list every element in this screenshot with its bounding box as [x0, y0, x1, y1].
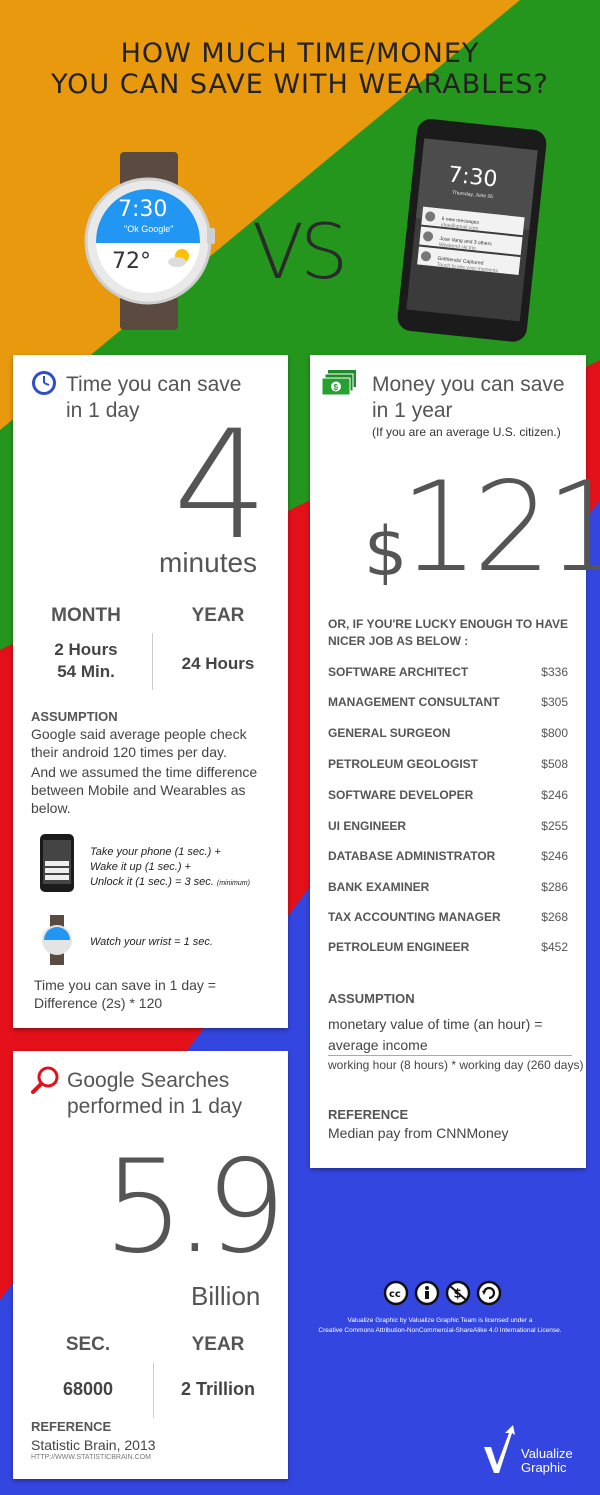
assumption-text-2: And we assumed the time difference betwe… [31, 764, 258, 816]
search-reference-label: REFERENCE [31, 1419, 112, 1434]
vs-label: VS [252, 207, 348, 296]
search-reference-text: Statistic Brain, 2013 [31, 1437, 156, 1453]
year-value: 24 Hours [181, 654, 255, 673]
list-item: UI ENGINEER $255 [328, 819, 568, 833]
fraction-line [328, 1055, 572, 1056]
watch-temperature: 72° [112, 249, 151, 274]
phone-notifications: 6 new messages jdoe@gmail.com Jose Vang … [426, 215, 524, 284]
watch-time: 7:30 [118, 197, 168, 222]
list-item: PETROLEUM ENGINEER $452 [328, 940, 568, 954]
search-unit: Billion [191, 1281, 261, 1311]
money-number: 121 [400, 456, 600, 600]
watch-step: Watch your wrist = 1 sec. [90, 936, 213, 948]
list-item: BANK EXAMINER $286 [328, 880, 568, 894]
title-line-1: HOW MUCH TIME/MONEY [120, 38, 480, 69]
list-item: MANAGEMENT CONSULTANT $305 [328, 695, 568, 709]
smartwatch-illustration [84, 152, 215, 330]
list-item: SOFTWARE DEVELOPER $246 [328, 788, 568, 802]
money-reference-text: Median pay from CNNMoney [328, 1125, 509, 1141]
search-number: 5.9 [103, 1133, 287, 1282]
money-formula-denominator: working hour (8 hours) * working day (26… [328, 1058, 584, 1072]
list-item: TAX ACCOUNTING MANAGER $268 [328, 910, 568, 924]
search-year-value: 2 Trillion [180, 1379, 255, 1399]
search-card-heading: Google Searches performed in 1 day [67, 1069, 243, 1118]
list-item: PETROLEUM GEOLOGIST $508 [328, 757, 568, 771]
money-formula-numerator: monetary value of time (an hour) = avera… [328, 1016, 543, 1053]
year-label: YEAR [191, 605, 245, 626]
title-line-2: YOU CAN SAVE WITH WEARABLES? [51, 69, 549, 100]
magnifier-icon [31, 1066, 59, 1094]
phone-small-icon [40, 834, 74, 892]
sec-value: 68000 [62, 1379, 114, 1399]
money-card-heading: Money you can save in 1 year [372, 373, 565, 422]
time-number: 4 [173, 399, 269, 573]
time-unit: minutes [159, 547, 258, 578]
sec-label: SEC. [65, 1334, 111, 1355]
search-reference-url: HTTP://WWW.STATISTICBRAIN.COM [31, 1454, 151, 1461]
list-item: GENERAL SURGEON $800 [328, 726, 568, 740]
formula-text: Time you can save in 1 day = Difference … [34, 977, 216, 1011]
phone-time: 7:30 [446, 162, 499, 193]
phone-steps: Take your phone (1 sec.) + Wake it up (1… [90, 846, 250, 888]
clock-icon [32, 371, 56, 395]
search-year-label: YEAR [191, 1334, 245, 1355]
lucky-heading: OR, IF YOU'RE LUCKY ENOUGH TO HAVE NICER… [328, 617, 568, 648]
month-label: MONTH [51, 605, 121, 626]
money-reference-label: REFERENCE [328, 1107, 409, 1122]
list-item: SOFTWARE ARCHITECT $336 [328, 665, 568, 679]
watch-small-icon [42, 915, 72, 965]
svg-text:cc: cc [389, 1289, 401, 1300]
page-title: HOW MUCH TIME/MONEY YOU CAN SAVE WITH WE… [0, 38, 600, 100]
svg-text:$: $ [334, 383, 339, 392]
money-icon: $ [322, 370, 356, 396]
assumption-text-1: Google said average people check their a… [31, 726, 247, 760]
list-item: DATABASE ADMINISTRATOR $246 [328, 849, 568, 863]
creative-commons-icons: cc $ [383, 1280, 502, 1306]
assumption-label: ASSUMPTION [31, 709, 118, 724]
time-saved-card: Time you can save in 1 day 4 minutes MON… [13, 355, 288, 1028]
google-searches-card: Google Searches performed in 1 day 5.9 B… [13, 1051, 288, 1479]
brand-name: Valualize Graphic [521, 1446, 573, 1475]
month-value: 2 Hours 54 Min. [54, 640, 118, 681]
license-text: Valualize Graphic by Valualize Graphic T… [318, 1317, 562, 1334]
valualize-logo-icon [484, 1425, 515, 1473]
money-assumption-label: ASSUMPTION [328, 991, 415, 1006]
watch-prompt: "Ok Google" [124, 224, 174, 234]
money-saved-card: $ Money you can save in 1 year (If you a… [310, 355, 600, 1168]
money-subheading: (If you are an average U.S. citizen.) [372, 425, 561, 439]
